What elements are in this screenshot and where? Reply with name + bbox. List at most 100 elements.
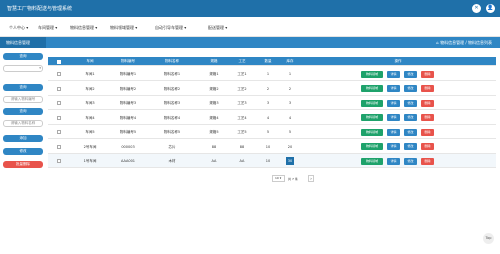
cell-qty: 3 <box>266 101 270 105</box>
material-code-input[interactable]: 请输入物料编号 <box>3 96 43 103</box>
select-field[interactable]: ▾ <box>3 65 43 72</box>
row-checkbox[interactable] <box>57 115 61 120</box>
row-delete-button[interactable]: 删除 <box>421 99 434 107</box>
material-name-input[interactable]: 请输入物料名称 <box>3 120 43 127</box>
cell-process: AA <box>239 159 245 163</box>
cell-code: 物料编号4 <box>119 115 137 120</box>
cell-workshop: 车间2 <box>85 86 95 91</box>
user-icon[interactable]: 👤 <box>486 4 495 13</box>
cell-qty: 5 <box>266 130 270 134</box>
detail-button[interactable]: 详情 <box>387 85 400 92</box>
table-row: 车间3 物料编号3 物料名称3 规格3 工艺3 3 3 物料领域 详情 修改 删除 <box>48 96 496 110</box>
row-checkbox[interactable] <box>57 144 61 149</box>
header-stock: 库存 <box>286 59 294 63</box>
top-bar: 智慧工厂物料配送与管理系统 ✕ 👤 <box>0 0 500 17</box>
row-edit-button[interactable]: 修改 <box>404 128 417 136</box>
detail-button[interactable]: 详情 <box>387 70 400 78</box>
cell-workshop: 2号车间 <box>83 144 97 149</box>
row-checkbox[interactable] <box>57 72 61 76</box>
row-checkbox[interactable] <box>57 130 61 134</box>
cell-stock: 2 <box>288 86 292 91</box>
query-button-3[interactable]: 查询 <box>3 108 43 115</box>
cell-workshop: 车间3 <box>85 101 95 105</box>
header-qty: 数量 <box>264 59 272 63</box>
cell-stock: 3 <box>288 101 292 105</box>
row-delete-button[interactable]: 删除 <box>421 128 434 136</box>
query-button-2[interactable]: 查询 <box>3 84 43 91</box>
cell-stock: 5 <box>288 130 292 134</box>
header-workshop: 车间 <box>86 59 94 63</box>
back-to-top-button[interactable]: Top <box>483 233 494 244</box>
cell-process: 工艺5 <box>237 130 247 134</box>
material-domain-button[interactable]: 物料领域 <box>361 128 383 136</box>
add-button[interactable]: 添加 <box>3 135 43 142</box>
detail-button[interactable]: 详情 <box>387 143 400 150</box>
cell-name: 物料名称4 <box>163 115 181 120</box>
cell-spec: 规格5 <box>209 130 219 134</box>
cell-code: 物料编号1 <box>119 72 137 76</box>
material-domain-button[interactable]: 物料领域 <box>361 85 383 92</box>
next-page-button[interactable]: › <box>308 175 314 182</box>
table-row: 1号车间 AAA001 木材 AA AA 10 30 物料领域 详情 修改 删除 <box>48 154 496 168</box>
cell-stock: 1 <box>288 72 292 76</box>
cell-code: 物料编号5 <box>119 130 137 134</box>
nav-material-info[interactable]: 物料信息管理 ▾ <box>70 25 97 31</box>
query-button[interactable]: 查询 <box>3 53 43 60</box>
cell-process: 88 <box>239 144 245 149</box>
cell-qty: 10 <box>265 144 271 149</box>
row-delete-button[interactable]: 删除 <box>421 85 434 92</box>
cell-workshop: 车间4 <box>85 115 95 120</box>
nav-delivery[interactable]: 配送管理 ▾ <box>208 25 227 31</box>
detail-button[interactable]: 详情 <box>387 128 400 136</box>
row-delete-button[interactable]: 删除 <box>421 143 434 150</box>
edit-button[interactable]: 修改 <box>3 148 43 155</box>
material-domain-button[interactable]: 物料领域 <box>361 143 383 150</box>
cell-name: 木材 <box>168 159 176 163</box>
row-delete-button[interactable]: 删除 <box>421 70 434 78</box>
detail-button[interactable]: 详情 <box>387 114 400 121</box>
cell-stock: 20 <box>287 144 293 149</box>
nav-workshop[interactable]: 车间管理 ▾ <box>38 25 57 31</box>
batch-delete-button[interactable]: 批量删除 <box>3 161 43 168</box>
home-icon[interactable]: ⌂ <box>436 40 439 45</box>
cell-qty: 1 <box>266 72 270 76</box>
material-domain-button[interactable]: 物料领域 <box>361 114 383 121</box>
material-domain-button[interactable]: 物料领域 <box>361 99 383 107</box>
table-row: 2号车间 000003 芯片 88 88 10 20 物料领域 详情 修改 删除 <box>48 140 496 154</box>
cell-stock: 4 <box>288 115 292 120</box>
cell-spec: 规格3 <box>209 101 219 105</box>
material-domain-button[interactable]: 物料领域 <box>361 157 383 165</box>
header-spec: 规格 <box>210 59 218 63</box>
nav-agv[interactable]: 自动引导车管理 ▾ <box>155 25 186 31</box>
cell-name: 物料名称3 <box>163 101 181 105</box>
cell-spec: 规格2 <box>209 86 219 91</box>
row-edit-button[interactable]: 修改 <box>404 114 417 121</box>
cell-spec: 88 <box>211 144 217 149</box>
close-icon[interactable]: ✕ <box>472 4 481 13</box>
cell-process: 工艺2 <box>237 86 247 91</box>
detail-button[interactable]: 详情 <box>387 99 400 107</box>
active-tab[interactable]: 物料信息管理 <box>0 37 46 48</box>
row-edit-button[interactable]: 修改 <box>404 85 417 92</box>
row-checkbox[interactable] <box>57 101 61 105</box>
page-size-select[interactable]: 10 ▾ <box>272 175 285 182</box>
row-delete-button[interactable]: 删除 <box>421 157 434 165</box>
nav-material-domain[interactable]: 物料领域管理 ▾ <box>110 25 137 31</box>
cell-code: 物料编号3 <box>119 101 137 105</box>
nav-personal[interactable]: 个人中心 ▾ <box>9 25 28 31</box>
material-domain-button[interactable]: 物料领域 <box>361 70 383 78</box>
header-process: 工艺 <box>238 59 246 63</box>
cell-process: 工艺1 <box>237 72 247 76</box>
row-checkbox[interactable] <box>57 86 61 91</box>
table-row: 车间2 物料编号2 物料名称2 规格2 工艺2 2 2 物料领域 详情 修改 删除 <box>48 82 496 96</box>
detail-button[interactable]: 详情 <box>387 157 400 165</box>
row-edit-button[interactable]: 修改 <box>404 157 417 165</box>
row-edit-button[interactable]: 修改 <box>404 70 417 78</box>
row-delete-button[interactable]: 删除 <box>421 114 434 121</box>
select-all-checkbox[interactable] <box>57 59 61 64</box>
row-edit-button[interactable]: 修改 <box>404 99 417 107</box>
cell-stock: 30 <box>286 157 294 165</box>
cell-spec: 规格1 <box>209 72 219 76</box>
row-edit-button[interactable]: 修改 <box>404 143 417 150</box>
row-checkbox[interactable] <box>57 159 61 163</box>
